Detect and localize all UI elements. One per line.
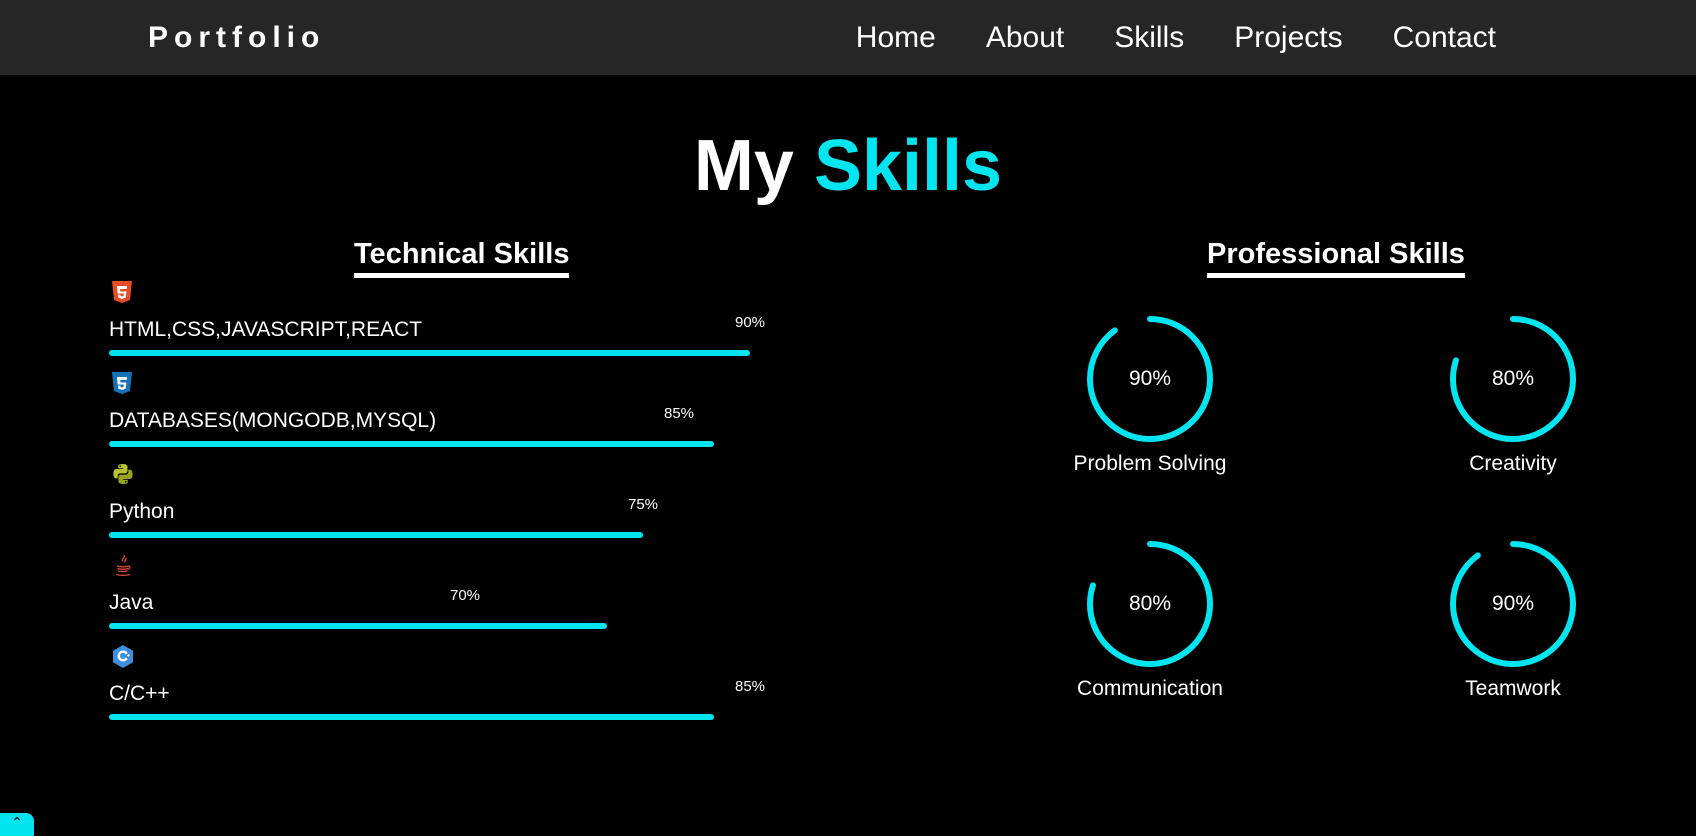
technical-skills-heading: Technical Skills	[354, 238, 570, 278]
professional-skills-heading: Professional Skills	[1207, 238, 1465, 278]
professional-skill-percent: 80%	[1128, 592, 1172, 615]
technical-skill-item: Java 70%	[109, 553, 769, 643]
skill-label: Python	[109, 500, 175, 523]
skill-percent: 75%	[628, 496, 659, 513]
nav-link-projects[interactable]: Projects	[1234, 21, 1342, 55]
professional-skill-label: Problem Solving	[1073, 452, 1227, 475]
technical-skill-item: Python 75%	[109, 462, 769, 552]
skill-label: C/C++	[109, 682, 170, 705]
skill-label: DATABASES(MONGODB,MYSQL)	[109, 409, 437, 432]
skill-progress-bar	[109, 350, 750, 356]
technical-skill-item: C/C++ 85%	[109, 644, 769, 734]
professional-skill-item: 90% Problem Solving	[1050, 314, 1250, 476]
nav-link-contact[interactable]: Contact	[1393, 21, 1496, 55]
professional-skill-item: 80% Communication	[1050, 539, 1250, 701]
professional-skill-label: Teamwork	[1465, 677, 1561, 700]
skill-progress-bar	[109, 532, 643, 538]
nav-link-about[interactable]: About	[986, 21, 1064, 55]
professional-skill-percent: 90%	[1128, 367, 1172, 390]
nav-links: Home About Skills Projects Contact	[856, 21, 1496, 55]
professional-skill-percent: 80%	[1491, 367, 1535, 390]
professional-skill-percent: 90%	[1491, 592, 1535, 615]
professional-skill-label: Creativity	[1469, 452, 1557, 475]
css3-icon	[111, 371, 135, 395]
skill-progress-bar	[109, 623, 608, 629]
page-title: My Skills	[0, 130, 1696, 202]
skill-progress-bar	[109, 714, 715, 720]
technical-skill-item: HTML,CSS,JAVASCRIPT,REACT 90%	[109, 280, 769, 370]
scroll-to-top-button[interactable]: ⌃	[0, 813, 34, 836]
skill-label: Java	[109, 591, 154, 614]
html5-icon	[111, 280, 135, 304]
navbar: Portfolio Home About Skills Projects Con…	[0, 0, 1696, 75]
skill-percent: 85%	[664, 405, 695, 422]
page-title-accent: Skills	[813, 126, 1003, 206]
chevron-up-icon: ⌃	[11, 814, 23, 830]
professional-skill-label: Communication	[1077, 677, 1223, 700]
nav-link-home[interactable]: Home	[856, 21, 936, 55]
logo[interactable]: Portfolio	[148, 21, 325, 55]
python-icon	[111, 462, 135, 486]
skill-percent: 85%	[735, 678, 766, 695]
page-title-prefix: My	[693, 126, 794, 206]
java-icon	[111, 553, 135, 577]
skill-percent: 70%	[450, 587, 481, 604]
professional-skill-item: 80% Creativity	[1413, 314, 1613, 476]
skill-progress-bar	[109, 441, 715, 447]
cpp-icon	[111, 644, 135, 668]
skill-label: HTML,CSS,JAVASCRIPT,REACT	[109, 318, 423, 341]
nav-link-skills[interactable]: Skills	[1114, 21, 1184, 55]
skill-percent: 90%	[735, 314, 766, 331]
technical-skill-item: DATABASES(MONGODB,MYSQL) 85%	[109, 371, 769, 461]
professional-skill-item: 90% Teamwork	[1413, 539, 1613, 701]
